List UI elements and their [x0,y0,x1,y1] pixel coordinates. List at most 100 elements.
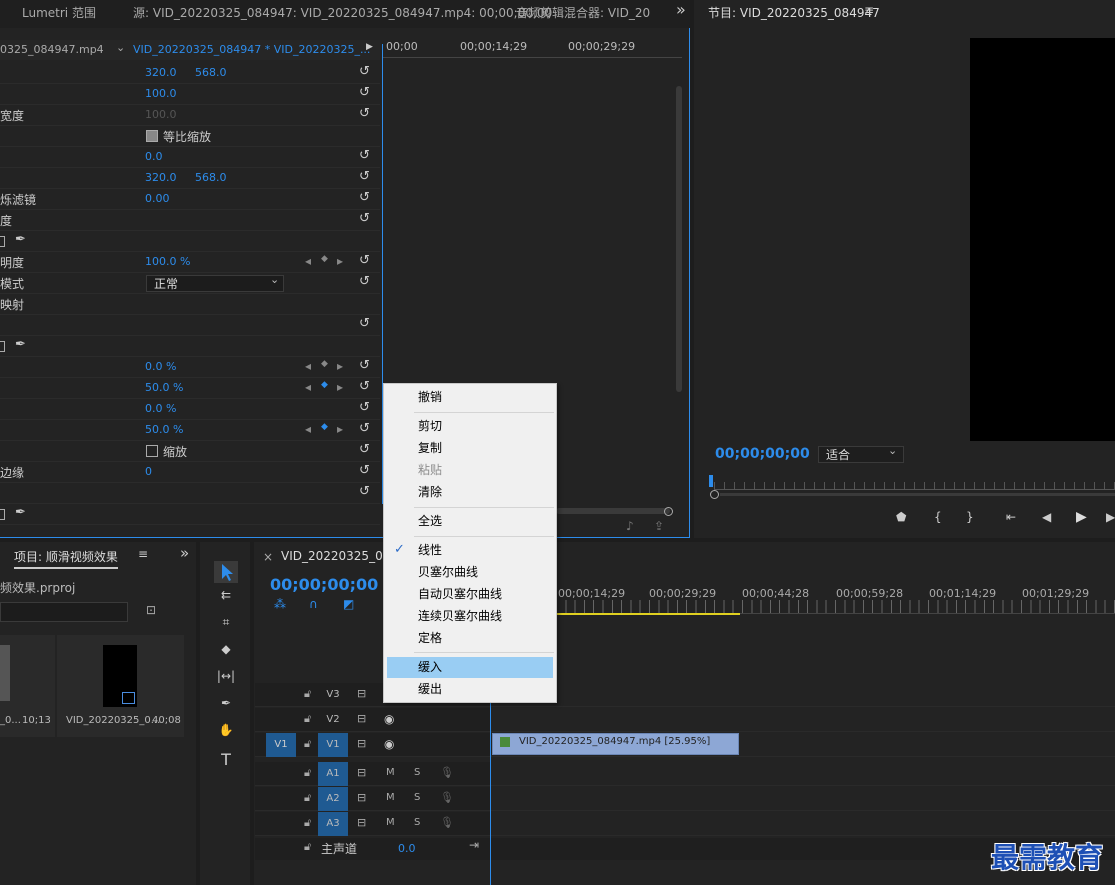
track-lane[interactable] [491,708,1115,732]
timeline-tab[interactable]: VID_20220325_084 [281,549,398,563]
solo-button[interactable]: S [414,792,420,803]
reset-icon[interactable]: ↺ [359,442,370,457]
track-header[interactable] [255,762,490,786]
mask-rect-icon[interactable] [0,341,5,352]
pen-tool-icon[interactable]: ✒ [214,696,238,718]
effect-time-ruler[interactable] [382,38,682,58]
ripple-edit-tool-icon[interactable]: ⌗ [214,615,238,637]
project-search-input[interactable] [0,602,128,622]
mute-button[interactable]: M [386,767,395,778]
track-lane[interactable] [491,812,1115,836]
menu-item[interactable]: 清除 [387,482,553,503]
prev-keyframe-icon[interactable]: ◂ [305,422,311,436]
panel-overflow-icon[interactable]: » [180,544,189,562]
next-keyframe-icon[interactable]: ▸ [337,422,343,436]
prev-keyframe-icon[interactable]: ◂ [305,359,311,373]
timeline-playhead[interactable] [490,700,491,885]
checkbox[interactable] [146,130,158,142]
next-keyframe-icon[interactable]: ▸ [337,359,343,373]
eye-icon[interactable]: ◉ [384,737,394,751]
track-target-a3[interactable]: A3 [318,812,348,836]
play-icon[interactable]: ▶ [1076,509,1087,525]
reset-icon[interactable]: ↺ [359,106,370,121]
reset-icon[interactable]: ↺ [359,85,370,100]
lock-icon[interactable]: 🔓︎ [304,766,311,780]
chevron-down-icon[interactable]: ⌄ [116,41,125,54]
go-to-end-icon[interactable]: ⇥ [469,838,479,852]
track-lane[interactable] [491,683,1115,707]
mask-rect-icon[interactable] [0,509,5,520]
snap-icon[interactable]: ∩ [309,597,318,611]
program-time-ruler[interactable] [714,482,1115,490]
next-keyframe-icon[interactable]: ▸ [337,380,343,394]
menu-item[interactable]: 连续贝塞尔曲线 [387,606,553,627]
keyframe-icon[interactable]: ◆ [321,254,328,264]
linked-selection-icon[interactable]: ◩ [343,597,354,611]
lock-icon[interactable]: 🔓︎ [304,791,311,805]
keyframe-icon[interactable]: ◆ [321,380,328,390]
reset-icon[interactable]: ↺ [359,400,370,415]
property-value[interactable]: 0 [145,465,152,478]
track-target-v2[interactable]: V2 [318,708,348,732]
lock-icon[interactable]: 🔓︎ [304,712,311,726]
effect-scrollbar[interactable] [676,86,682,392]
property-value[interactable]: 0.0 [145,150,163,163]
marker-icon[interactable]: ⬟ [896,510,906,524]
track-target-v1[interactable]: V1 [318,733,348,757]
reset-icon[interactable]: ↺ [359,379,370,394]
step-back-icon[interactable]: ◀ [1042,510,1051,524]
go-to-in-icon[interactable]: ⇤ [1006,510,1016,524]
type-tool-icon[interactable]: T [214,750,238,772]
track-target-a1[interactable]: A1 [318,762,348,786]
play-triangle-icon[interactable]: ▶ [366,42,373,52]
property-value[interactable]: 50.0 % [145,423,183,436]
reset-icon[interactable]: ↺ [359,211,370,226]
sync-lock-icon[interactable]: ⊟ [357,687,366,700]
tab-lumetri[interactable]: Lumetri 范围 [22,4,96,21]
track-header[interactable] [255,708,490,732]
mute-button[interactable]: M [386,817,395,828]
source-patch[interactable]: V1 [266,733,296,757]
menu-item[interactable]: 定格 [387,628,553,649]
property-value[interactable]: 320.0 [145,66,177,79]
solo-button[interactable]: S [414,817,420,828]
pen-icon[interactable]: ✒ [15,232,26,247]
property-value[interactable]: 100.0 [145,108,177,121]
panel-overflow-button[interactable]: » [676,0,686,19]
menu-item[interactable]: 剪切 [387,416,553,437]
sync-lock-icon[interactable]: ⊟ [357,766,366,779]
reset-icon[interactable]: ↺ [359,190,370,205]
mark-in-icon[interactable]: { [934,510,942,524]
hamburger-icon[interactable]: ≡ [138,547,148,561]
step-forward-icon[interactable]: ▶ [1106,510,1115,524]
timeline-ruler[interactable] [556,600,1115,614]
reset-icon[interactable]: ↺ [359,463,370,478]
checkbox[interactable] [146,445,158,457]
nest-icon[interactable]: ⁂ [274,597,286,611]
microphone-icon[interactable]: 🎙︎ [440,766,454,779]
master-track-volume[interactable]: 0.0 [398,842,416,855]
timeline-timecode[interactable]: 00;00;00;00 [270,575,378,594]
slip-tool-icon[interactable]: |↔| [214,669,238,691]
track-lane[interactable] [491,787,1115,811]
property-value-2[interactable]: 568.0 [195,66,227,79]
reset-icon[interactable]: ↺ [359,253,370,268]
track-select-tool-icon[interactable]: ⇇ [214,588,238,610]
hamburger-icon[interactable]: ≡ [864,3,874,17]
export-icon[interactable]: ⇪ [654,519,664,533]
mask-rect-icon[interactable] [0,236,5,247]
lock-icon[interactable]: 🔓︎ [304,687,311,701]
pen-icon[interactable]: ✒ [15,337,26,352]
menu-item[interactable]: 撤销 [387,387,553,408]
keyframe-icon[interactable]: ◆ [321,422,328,432]
prev-keyframe-icon[interactable]: ◂ [305,254,311,268]
razor-tool-icon[interactable]: ◆ [214,642,238,664]
sync-lock-icon[interactable]: ⊟ [357,791,366,804]
property-value[interactable]: 50.0 % [145,381,183,394]
property-value[interactable]: 0.0 % [145,402,176,415]
sequence-clip-name[interactable]: VID_20220325_084947 * VID_20220325_... [133,43,370,56]
track-target-a2[interactable]: A2 [318,787,348,811]
reset-icon[interactable]: ↺ [359,274,370,289]
sync-lock-icon[interactable]: ⊟ [357,816,366,829]
lock-icon[interactable]: 🔓︎ [304,816,311,830]
